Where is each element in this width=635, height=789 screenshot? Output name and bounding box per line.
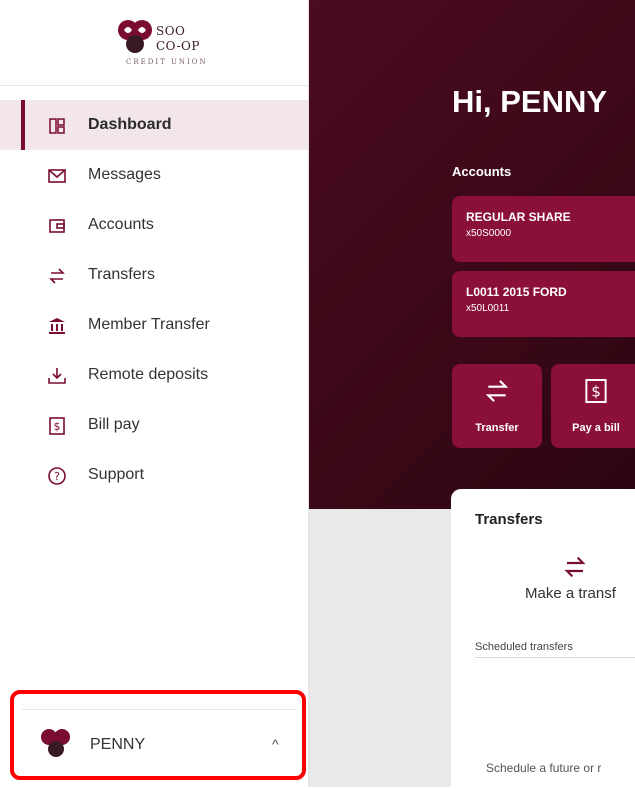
hero-banner: Hi, PENNY Accounts REGULAR SHARE x50S000…: [309, 0, 635, 509]
account-name: L0011 2015 FORD: [466, 285, 567, 299]
accounts-heading: Accounts: [452, 164, 512, 179]
account-number: x50L0011: [466, 303, 510, 314]
logo-mark-icon: [118, 20, 152, 53]
dashboard-icon: [46, 115, 68, 137]
sidebar-item-dashboard[interactable]: Dashboard: [0, 100, 308, 150]
sidebar-item-bill-pay[interactable]: $ Bill pay: [0, 400, 308, 450]
transfers-card-title: Transfers: [475, 511, 543, 528]
sidebar-item-label: Transfers: [88, 266, 155, 283]
transfer-arrows-icon: [452, 378, 542, 404]
sidebar-item-label: Dashboard: [88, 116, 172, 133]
scheduled-transfers-label: Scheduled transfers: [475, 641, 573, 653]
bill-icon: $: [551, 378, 635, 404]
sidebar-nav: Dashboard Messages Accounts Transfers Me…: [0, 100, 308, 500]
svg-text:$: $: [591, 383, 601, 401]
pay-bill-button[interactable]: $ Pay a bill: [551, 364, 635, 448]
sidebar-item-label: Bill pay: [88, 416, 140, 433]
sidebar-item-label: Remote deposits: [88, 366, 209, 383]
account-card[interactable]: REGULAR SHARE x50S0000: [452, 196, 635, 262]
sidebar: SOO CO-OP CREDIT UNION Dashboard Message…: [0, 0, 309, 787]
account-number: x50S0000: [466, 228, 512, 239]
sidebar-divider: [0, 85, 308, 86]
transfer-button-label: Transfer: [475, 422, 519, 434]
sidebar-item-label: Member Transfer: [88, 316, 210, 333]
sidebar-item-transfers[interactable]: Transfers: [0, 250, 308, 300]
deposit-icon: [46, 365, 68, 387]
logo-text-credit-union: CREDIT UNION: [126, 58, 208, 66]
transfer-arrows-icon: [563, 555, 587, 584]
sidebar-item-remote-deposits[interactable]: Remote deposits: [0, 350, 308, 400]
make-transfer-link[interactable]: Make a transf: [525, 585, 616, 602]
sidebar-item-accounts[interactable]: Accounts: [0, 200, 308, 250]
pay-bill-button-label: Pay a bill: [572, 422, 620, 434]
page-title: Hi, PENNY: [452, 84, 608, 119]
bank-icon: [46, 315, 68, 337]
transfer-arrows-icon: [46, 265, 68, 287]
account-name: REGULAR SHARE: [466, 210, 571, 224]
sidebar-item-label: Messages: [88, 166, 161, 183]
soo-coop-logo[interactable]: SOO CO-OP CREDIT UNION: [118, 18, 218, 72]
sidebar-item-label: Support: [88, 466, 145, 483]
logo-text-coop: CO-OP: [156, 39, 200, 53]
wallet-icon: [46, 215, 68, 237]
sidebar-item-messages[interactable]: Messages: [0, 150, 308, 200]
sidebar-item-support[interactable]: ? Support: [0, 450, 308, 500]
mail-icon: [46, 165, 68, 187]
help-icon: ?: [46, 465, 68, 487]
transfers-card: Transfers Make a transf Scheduled transf…: [451, 489, 635, 789]
schedule-hint-text: Schedule a future or r: [486, 761, 602, 775]
user-section-highlight: [10, 690, 306, 780]
svg-text:?: ?: [54, 470, 60, 483]
logo-text-soo: SOO: [156, 24, 186, 38]
bill-icon: $: [46, 415, 68, 437]
account-card[interactable]: L0011 2015 FORD x50L0011: [452, 271, 635, 337]
sidebar-item-member-transfer[interactable]: Member Transfer: [0, 300, 308, 350]
svg-text:$: $: [54, 420, 61, 433]
scheduled-divider: [475, 657, 635, 658]
transfer-button[interactable]: Transfer: [452, 364, 542, 448]
sidebar-item-label: Accounts: [88, 216, 154, 233]
main-content: Hi, PENNY Accounts REGULAR SHARE x50S000…: [309, 0, 635, 789]
